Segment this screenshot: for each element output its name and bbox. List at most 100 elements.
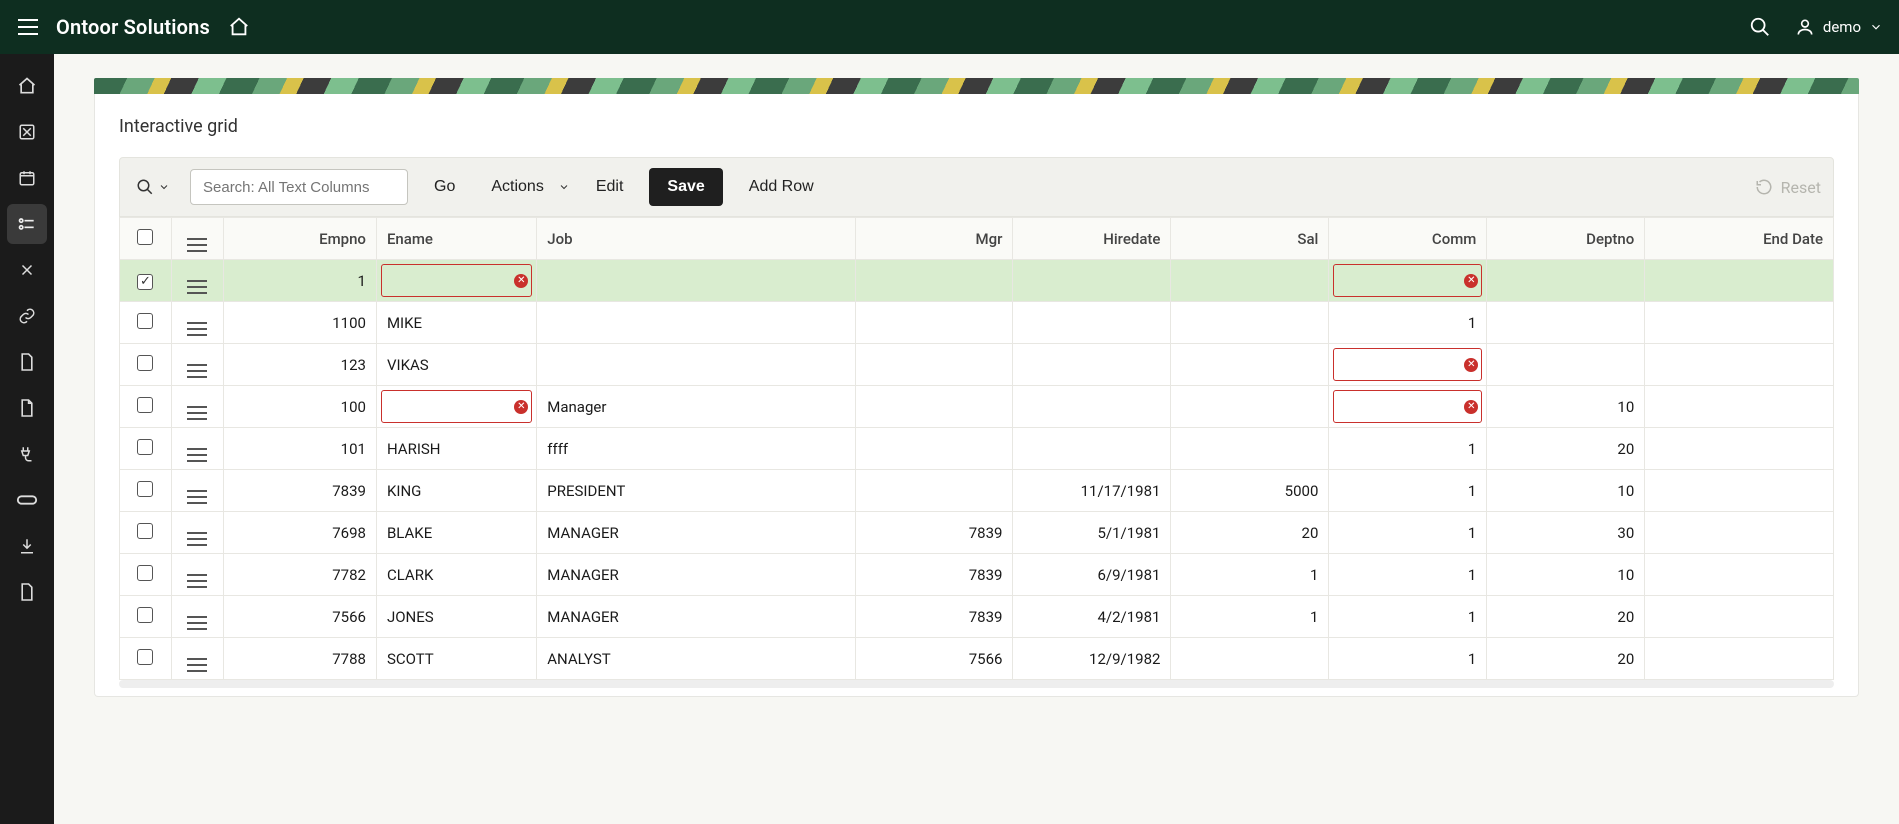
cell-ename[interactable]: CLARK: [376, 554, 536, 596]
sidebar-file3[interactable]: [7, 572, 47, 612]
save-button[interactable]: Save: [649, 168, 722, 206]
header-deptno[interactable]: Deptno: [1487, 218, 1645, 260]
header-empno[interactable]: Empno: [223, 218, 376, 260]
cell-empno[interactable]: 100: [223, 386, 376, 428]
cell-sal[interactable]: [1171, 386, 1329, 428]
row-menu-icon[interactable]: [187, 322, 207, 336]
cell-check[interactable]: [120, 344, 172, 386]
cell-end-date[interactable]: [1645, 344, 1834, 386]
cell-end-date[interactable]: [1645, 512, 1834, 554]
add-row-button[interactable]: Add Row: [739, 170, 824, 204]
cell-mgr[interactable]: 7566: [855, 638, 1013, 680]
cell-deptno[interactable]: 20: [1487, 638, 1645, 680]
sidebar-download[interactable]: [7, 526, 47, 566]
error-icon[interactable]: ✕: [1464, 358, 1478, 372]
go-button[interactable]: Go: [424, 170, 465, 204]
cell-ename[interactable]: JONES: [376, 596, 536, 638]
cell-check[interactable]: [120, 260, 172, 302]
sidebar-link[interactable]: [7, 296, 47, 336]
cell-hiredate[interactable]: [1013, 260, 1171, 302]
cell-ename[interactable]: ✕: [376, 260, 536, 302]
row-menu-icon[interactable]: [187, 280, 207, 294]
actions-button-label[interactable]: Actions: [481, 170, 553, 204]
cell-hiredate[interactable]: 6/9/1981: [1013, 554, 1171, 596]
cell-empno[interactable]: 7698: [223, 512, 376, 554]
cell-empno[interactable]: 7566: [223, 596, 376, 638]
cell-job[interactable]: MANAGER: [537, 512, 855, 554]
cell-hiredate[interactable]: 12/9/1982: [1013, 638, 1171, 680]
table-row[interactable]: 7788SCOTTANALYST756612/9/1982120: [120, 638, 1834, 680]
home-icon[interactable]: [228, 16, 250, 38]
cell-ename[interactable]: ✕: [376, 386, 536, 428]
cell-rowmenu[interactable]: [171, 470, 223, 512]
cell-empno[interactable]: 1100: [223, 302, 376, 344]
cell-end-date[interactable]: [1645, 302, 1834, 344]
cell-empno[interactable]: 7788: [223, 638, 376, 680]
header-ename[interactable]: Ename: [376, 218, 536, 260]
row-checkbox[interactable]: [137, 439, 153, 455]
cell-job[interactable]: ffff: [537, 428, 855, 470]
cell-deptno[interactable]: 20: [1487, 596, 1645, 638]
sidebar-grid[interactable]: [7, 204, 47, 244]
cell-check[interactable]: [120, 554, 172, 596]
row-menu-icon[interactable]: [187, 490, 207, 504]
cell-deptno[interactable]: 20: [1487, 428, 1645, 470]
cell-comm[interactable]: ✕: [1329, 386, 1487, 428]
cell-hiredate[interactable]: [1013, 344, 1171, 386]
header-end-date[interactable]: End Date: [1645, 218, 1834, 260]
sidebar-pill[interactable]: [7, 480, 47, 520]
cell-comm[interactable]: ✕: [1329, 260, 1487, 302]
row-checkbox[interactable]: [137, 313, 153, 329]
sidebar-file2[interactable]: [7, 388, 47, 428]
cell-rowmenu[interactable]: [171, 260, 223, 302]
row-menu-icon[interactable]: [187, 658, 207, 672]
cell-empno[interactable]: 7782: [223, 554, 376, 596]
cell-ename[interactable]: KING: [376, 470, 536, 512]
row-menu-icon[interactable]: [187, 574, 207, 588]
row-checkbox[interactable]: [137, 607, 153, 623]
cell-sal[interactable]: [1171, 302, 1329, 344]
cell-end-date[interactable]: [1645, 260, 1834, 302]
cell-check[interactable]: [120, 470, 172, 512]
cell-hiredate[interactable]: [1013, 302, 1171, 344]
edit-button[interactable]: Edit: [586, 170, 634, 204]
actions-menu[interactable]: Actions: [481, 170, 569, 204]
header-job[interactable]: Job: [537, 218, 855, 260]
search-column-selector[interactable]: [132, 172, 174, 202]
cell-deptno[interactable]: 10: [1487, 386, 1645, 428]
table-row[interactable]: 7839KINGPRESIDENT11/17/19815000110: [120, 470, 1834, 512]
table-row[interactable]: 100✕Manager✕10: [120, 386, 1834, 428]
table-row[interactable]: 123VIKAS✕: [120, 344, 1834, 386]
cell-sal[interactable]: [1171, 260, 1329, 302]
header-comm[interactable]: Comm: [1329, 218, 1487, 260]
cell-deptno[interactable]: [1487, 302, 1645, 344]
cell-sal[interactable]: [1171, 428, 1329, 470]
cell-job[interactable]: ANALYST: [537, 638, 855, 680]
cell-comm[interactable]: 1: [1329, 428, 1487, 470]
sidebar-calendar[interactable]: [7, 158, 47, 198]
cell-hiredate[interactable]: [1013, 428, 1171, 470]
cell-rowmenu[interactable]: [171, 428, 223, 470]
cell-job[interactable]: [537, 302, 855, 344]
table-row[interactable]: 7566JONESMANAGER78394/2/19811120: [120, 596, 1834, 638]
cell-check[interactable]: [120, 638, 172, 680]
cell-sal[interactable]: [1171, 638, 1329, 680]
row-menu-icon[interactable]: [187, 616, 207, 630]
cell-ename[interactable]: MIKE: [376, 302, 536, 344]
header-mgr[interactable]: Mgr: [855, 218, 1013, 260]
cell-rowmenu[interactable]: [171, 344, 223, 386]
cell-hiredate[interactable]: 11/17/1981: [1013, 470, 1171, 512]
cell-sal[interactable]: 20: [1171, 512, 1329, 554]
row-checkbox[interactable]: [137, 565, 153, 581]
error-icon[interactable]: ✕: [1464, 400, 1478, 414]
cell-check[interactable]: [120, 428, 172, 470]
cell-job[interactable]: PRESIDENT: [537, 470, 855, 512]
header-select-all[interactable]: [120, 218, 172, 260]
cell-job[interactable]: MANAGER: [537, 554, 855, 596]
cell-end-date[interactable]: [1645, 470, 1834, 512]
row-menu-icon[interactable]: [187, 532, 207, 546]
cell-end-date[interactable]: [1645, 638, 1834, 680]
cell-hiredate[interactable]: [1013, 386, 1171, 428]
sidebar-design[interactable]: [7, 112, 47, 152]
cell-deptno[interactable]: [1487, 260, 1645, 302]
